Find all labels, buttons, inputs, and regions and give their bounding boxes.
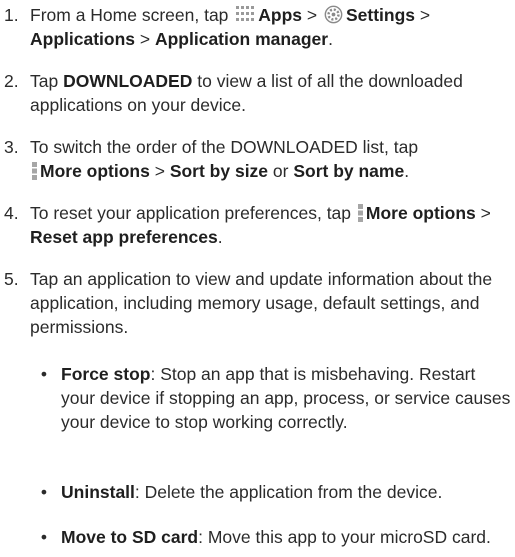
text-run-bold: Sort by name — [293, 161, 405, 181]
text-run: From a Home screen, tap — [30, 5, 234, 25]
text-run-bold: Reset app preferences — [30, 227, 218, 247]
text-run-bold: Uninstall — [61, 482, 135, 502]
text-run: : Delete the application from the device… — [134, 482, 443, 502]
step-text: To reset your application preferences, t… — [30, 201, 512, 249]
more-options-icon — [357, 204, 363, 222]
text-run-bold: More options — [40, 161, 150, 181]
bullet-dot: • — [40, 482, 48, 502]
text-run: To switch the order of the DOWNLOADED li… — [30, 137, 419, 157]
bullet-text: Force stop: Stop an app that is misbehav… — [61, 362, 513, 434]
text-run-bold: Move to SD card — [61, 527, 199, 547]
step-number: 1. — [4, 5, 19, 25]
step-number: 3. — [4, 137, 19, 157]
text-run: > — [415, 5, 431, 25]
step-text: From a Home screen, tap Apps > Settings … — [30, 3, 512, 51]
text-run-bold: DOWNLOADED — [63, 71, 193, 91]
text-run-bold: Application manager — [154, 29, 329, 49]
text-run: > — [149, 161, 170, 181]
bullet-text: Uninstall: Delete the application from t… — [61, 480, 513, 504]
text-run: To reset your application preferences, t… — [30, 203, 356, 223]
more-options-icon — [32, 162, 37, 180]
text-run: > — [135, 29, 155, 49]
text-run-bold: Apps — [258, 5, 303, 25]
text-run-bold: More options — [365, 203, 476, 223]
bullet-text: Move to SD card: Move this app to your m… — [61, 525, 513, 549]
text-run-bold: Settings — [345, 5, 416, 25]
text-run: . — [404, 161, 410, 181]
text-run: > — [475, 203, 491, 223]
step-text: Tap DOWNLOADED to view a list of all the… — [30, 69, 512, 117]
step-number: 2. — [4, 71, 19, 91]
step-number: 4. — [4, 203, 19, 223]
text-run: . — [217, 227, 223, 247]
text-run: or — [268, 161, 294, 181]
text-run-bold: Force stop — [61, 364, 151, 384]
text-run: > — [302, 5, 322, 25]
bullet-dot: • — [40, 364, 48, 384]
gear-icon — [324, 5, 343, 24]
step-text: Tap an application to view and update in… — [30, 269, 493, 337]
step-number: 5. — [4, 269, 19, 289]
step-text: To switch the order of the DOWNLOADED li… — [30, 135, 512, 183]
text-run-bold: Sort by size — [169, 161, 269, 181]
bullet-dot: • — [40, 527, 48, 547]
text-run-bold: Applications — [30, 29, 136, 49]
text-run: Tap — [30, 71, 64, 91]
text-run: : Move this app to your microSD card. — [198, 527, 491, 547]
text-run: . — [328, 29, 333, 49]
apps-icon — [236, 6, 255, 21]
